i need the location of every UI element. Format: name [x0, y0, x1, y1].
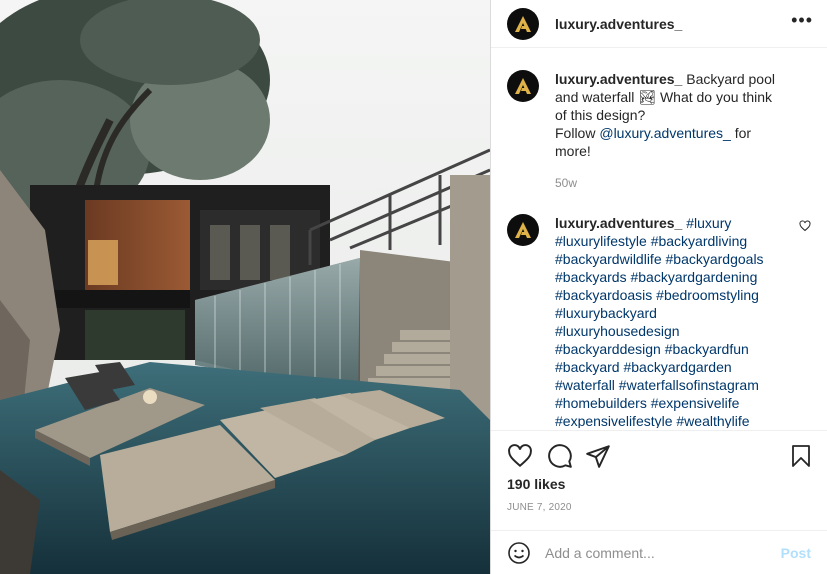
like-comment-heart-icon[interactable] [799, 220, 811, 232]
heart-icon[interactable] [507, 443, 533, 469]
header-username[interactable]: luxury.adventures_ [555, 16, 682, 32]
comments-list[interactable]: luxury.adventures_ Backyard pool and wat… [491, 58, 827, 428]
post-frame: luxury.adventures_ ••• luxury.adventures… [0, 0, 827, 574]
follow-prefix: Follow [555, 125, 600, 141]
brand-logo-icon [515, 222, 531, 238]
mention-link[interactable]: @luxury.adventures_ [599, 125, 730, 141]
avatar[interactable] [507, 214, 539, 246]
share-icon[interactable] [585, 443, 611, 469]
emoji-icon: 🏞 [638, 89, 657, 105]
bookmark-icon[interactable] [789, 443, 813, 469]
add-comment-bar: Add a comment... Post [491, 530, 827, 574]
emoji-picker-icon[interactable] [507, 541, 531, 565]
more-options-button[interactable]: ••• [791, 10, 813, 31]
caption-body: luxury.adventures_ Backyard pool and wat… [555, 70, 785, 192]
post-photo[interactable] [0, 0, 490, 574]
comment-username[interactable]: luxury.adventures_ [555, 215, 682, 231]
post-date[interactable]: JUNE 7, 2020 [507, 502, 572, 513]
hashtag-comment-body: luxury.adventures_ #luxury #luxurylifest… [555, 214, 785, 428]
hashtag-comment: luxury.adventures_ #luxury #luxurylifest… [507, 214, 811, 428]
hashtag-list[interactable]: #luxury #luxurylifestyle #backyardliving… [555, 215, 764, 428]
comment-input[interactable]: Add a comment... [545, 545, 781, 561]
brand-logo-icon [515, 15, 531, 32]
caption-comment: luxury.adventures_ Backyard pool and wat… [507, 70, 811, 192]
likes-count[interactable]: 190 likes [507, 476, 565, 492]
backyard-pool-image [0, 0, 490, 574]
avatar[interactable] [507, 70, 539, 102]
brand-logo-icon [515, 78, 531, 94]
caption-username[interactable]: luxury.adventures_ [555, 71, 682, 87]
comment-icon[interactable] [547, 443, 573, 469]
post-header: luxury.adventures_ ••• [491, 0, 827, 48]
caption-timestamp[interactable]: 50w [555, 174, 785, 192]
post-comment-button[interactable]: Post [781, 545, 811, 561]
post-side-panel: luxury.adventures_ ••• luxury.adventures… [490, 0, 827, 574]
avatar[interactable] [507, 7, 539, 40]
action-bar [491, 430, 827, 480]
